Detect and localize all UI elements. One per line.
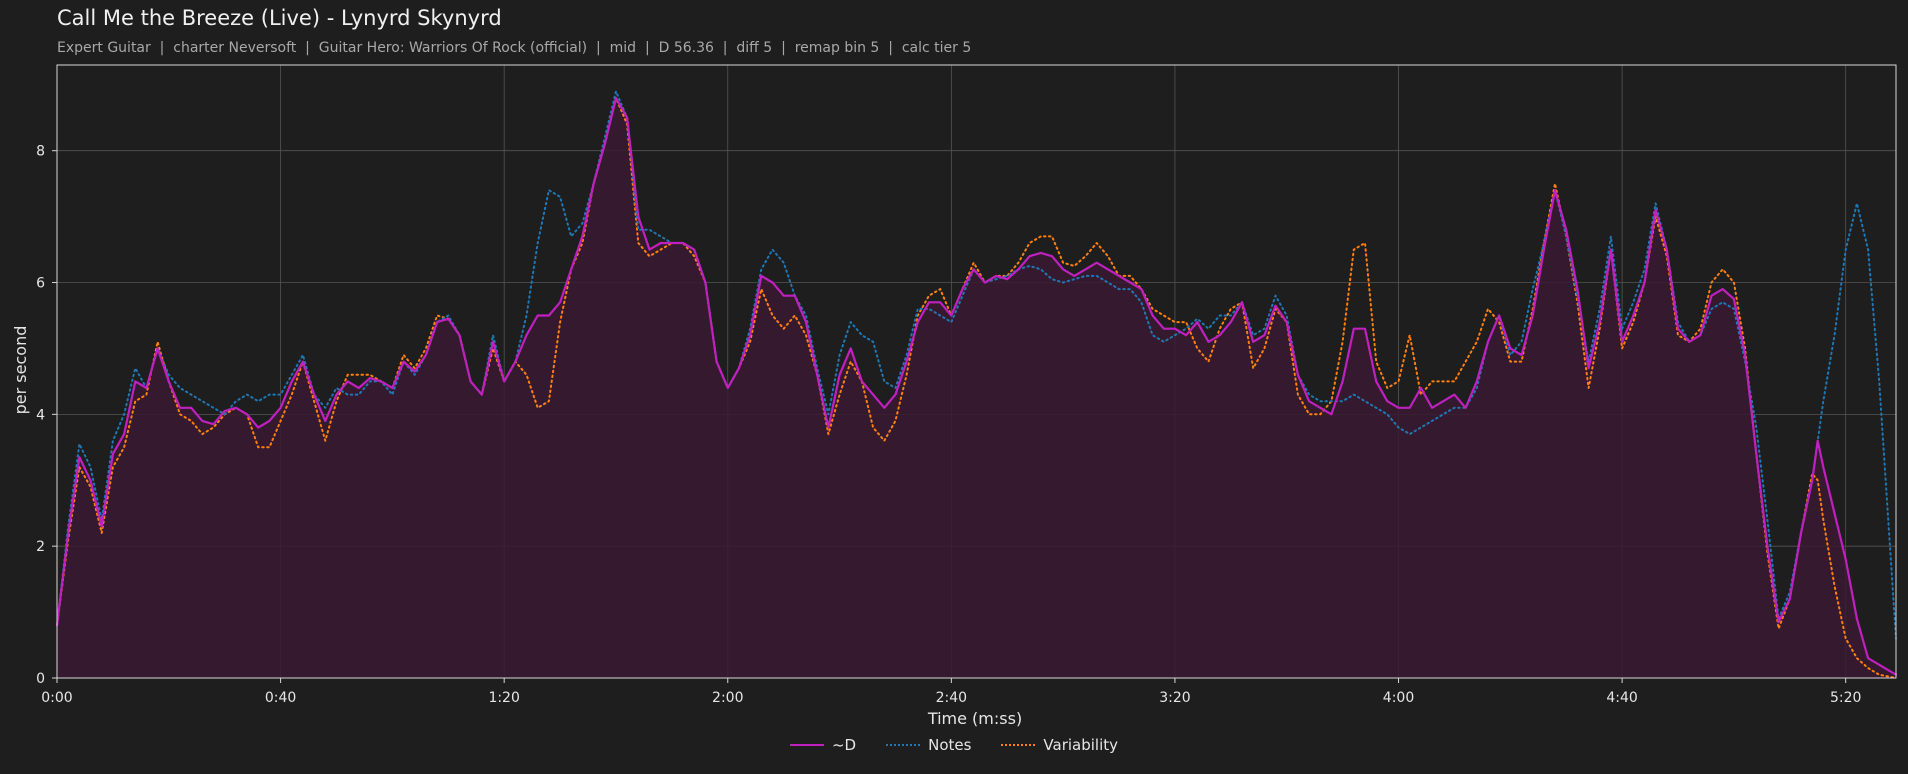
legend-item-variability: Variability xyxy=(1001,736,1118,754)
y-tick-label: 0 xyxy=(36,671,45,687)
legend-label-notes: Notes xyxy=(928,736,972,754)
x-tick-label: 2:40 xyxy=(936,690,967,706)
legend-swatch-d xyxy=(789,744,824,746)
x-axis-label: Time (m:ss) xyxy=(927,709,1022,728)
x-tick-label: 0:00 xyxy=(41,690,72,706)
y-tick-label: 2 xyxy=(36,539,45,555)
d-area-fill xyxy=(57,98,1896,678)
x-tick-label: 1:20 xyxy=(488,690,519,706)
legend-swatch-variability xyxy=(1001,744,1036,746)
x-tick-label: 4:40 xyxy=(1606,690,1637,706)
x-tick-label: 4:00 xyxy=(1383,690,1414,706)
y-tick-label: 4 xyxy=(36,407,45,423)
y-tick-label: 6 xyxy=(36,276,45,292)
y-ticks: 0 2 4 6 8 xyxy=(36,144,57,687)
x-tick-label: 2:00 xyxy=(712,690,743,706)
legend: ~D Notes Variability xyxy=(0,736,1908,754)
x-tick-label: 0:40 xyxy=(265,690,296,706)
legend-item-d: ~D xyxy=(789,736,857,754)
legend-item-notes: Notes xyxy=(886,736,971,754)
x-tick-label: 5:20 xyxy=(1830,690,1861,706)
legend-label-d: ~D xyxy=(831,736,857,754)
legend-swatch-notes xyxy=(886,744,921,746)
x-ticks: 0:00 0:40 1:20 2:00 2:40 3:20 4:00 4:40 5:20 xyxy=(41,678,1861,706)
y-tick-label: 8 xyxy=(36,144,45,160)
chart-canvas: 0:00 0:40 1:20 2:00 2:40 3:20 4:00 4:40 5:20 0 2 4… xyxy=(11,64,1898,728)
legend-label-variability: Variability xyxy=(1043,736,1119,754)
x-tick-label: 3:20 xyxy=(1159,690,1190,706)
y-axis-label: per second xyxy=(11,326,30,415)
